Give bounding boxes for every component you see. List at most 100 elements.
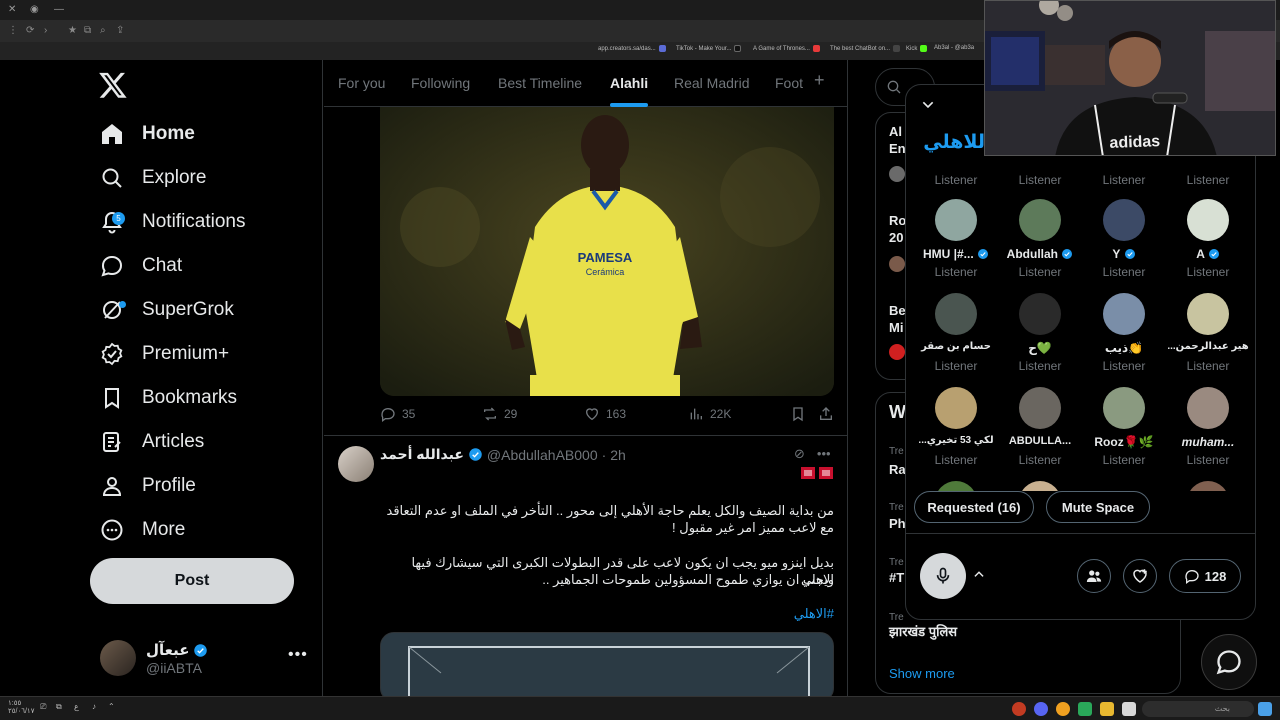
share-icon[interactable]: ⇪ (116, 25, 124, 36)
repost-button[interactable]: 29 (482, 406, 517, 422)
star-icon[interactable]: ★ (68, 25, 77, 36)
tweet-time[interactable]: · 2h (602, 447, 626, 463)
file-explorer-taskbar-icon[interactable] (1100, 702, 1114, 716)
chrome-taskbar-icon[interactable] (1056, 702, 1070, 716)
verified-badge-icon (469, 448, 482, 461)
nav-chat[interactable]: Chat (100, 248, 182, 284)
reply-button[interactable]: 35 (380, 406, 415, 422)
account-switcher[interactable]: عبعآل @iiABTA ••• (100, 638, 310, 678)
microphone-button[interactable] (920, 553, 966, 599)
tweet-author-handle[interactable]: @AbdullahAB000 (487, 447, 598, 463)
news-title-fragment[interactable]: Al (889, 124, 902, 140)
app-taskbar-icon[interactable] (1122, 702, 1136, 716)
nav-bookmarks[interactable]: Bookmarks (100, 380, 237, 416)
bookmark-post-button[interactable] (790, 406, 806, 422)
network-icon[interactable]: ⧉ (56, 702, 62, 712)
nav-articles[interactable]: Articles (100, 424, 204, 460)
share-post-button[interactable] (818, 406, 834, 422)
post-button[interactable]: Post (90, 558, 294, 604)
reload-icon[interactable]: ⟳ (26, 25, 34, 36)
volume-icon[interactable]: ♪ (92, 702, 96, 711)
obs-taskbar-icon[interactable] (1012, 702, 1026, 716)
chevron-down-icon[interactable] (920, 97, 936, 113)
zoom-icon[interactable]: ⌕ (100, 25, 106, 36)
tweet-author-name[interactable]: عبدالله أحمد (380, 446, 464, 463)
nav-explore[interactable]: Explore (100, 160, 206, 196)
post-media-image[interactable]: PAMESA Cerámica (380, 107, 834, 396)
display-icon[interactable]: ⎚ (40, 702, 46, 712)
svg-text:Cerámica: Cerámica (586, 267, 625, 277)
nav-profile[interactable]: Profile (100, 468, 196, 504)
taskbar-search-input[interactable]: بحث (1142, 701, 1254, 717)
requested-button[interactable]: Requested (16) (914, 491, 1034, 523)
forward-icon[interactable]: › (44, 25, 47, 36)
participant-avatar (1187, 387, 1229, 429)
nav-supergrok[interactable]: SuperGrok (100, 292, 234, 328)
news-title-fragment[interactable]: En (889, 141, 906, 157)
tray-expand-icon[interactable]: ⌃ (108, 702, 115, 711)
chevron-up-icon[interactable] (972, 567, 986, 581)
trend-title[interactable]: Ph (889, 516, 906, 532)
participant-role: Listener (1186, 359, 1230, 373)
trend-title[interactable]: Ra (889, 462, 906, 478)
nav-premium[interactable]: Premium+ (100, 336, 229, 372)
add-tab-icon[interactable]: + (814, 70, 825, 91)
tab-following[interactable]: Following (411, 60, 470, 107)
tweet-author-avatar[interactable] (338, 446, 374, 482)
grok-icon[interactable]: ⊘ (794, 446, 805, 462)
tweet[interactable]: عبدالله أحمد @AbdullahAB000 · 2h ⊘ ••• م… (324, 436, 847, 696)
x-logo-icon[interactable] (98, 70, 128, 100)
bookmark-item[interactable]: Ab3al - @ab3a (934, 45, 974, 51)
extension-icon[interactable]: ⧉ (84, 25, 91, 36)
react-button[interactable] (1123, 559, 1157, 593)
news-title-fragment[interactable]: Mi (889, 320, 903, 336)
account-more-icon[interactable]: ••• (288, 646, 308, 664)
news-title-fragment[interactable]: Be (889, 303, 906, 319)
taskbar-clock[interactable]: ١:٥٥ ٢٥/٠٦/١٧ (8, 700, 34, 716)
restore-window-icon[interactable]: ◉ (30, 4, 39, 15)
participant-avatar (1103, 199, 1145, 241)
participant-role: Listener (1018, 173, 1062, 187)
show-more-link[interactable]: Show more (889, 666, 955, 681)
menu-dots-icon[interactable]: ⋮ (8, 25, 18, 36)
start-taskbar-icon[interactable] (1258, 702, 1272, 716)
participant-name: حسام بن صقر (921, 341, 991, 352)
people-button[interactable] (1077, 559, 1111, 593)
bookmark-item[interactable]: TikTok - Make Your... (676, 45, 742, 52)
close-window-icon[interactable]: ✕ (8, 4, 16, 15)
nav-notifications[interactable]: 5 Notifications (100, 204, 246, 240)
news-title-fragment[interactable]: 20 (889, 230, 903, 246)
tab-for-you[interactable]: For you (338, 60, 385, 107)
replies-button[interactable]: 128 (1169, 559, 1241, 593)
tweet-hashtag-link[interactable]: #الاهلي (794, 606, 834, 622)
participant-name: Rooz🌹🌿 (1094, 435, 1154, 449)
discord-taskbar-icon[interactable] (1034, 702, 1048, 716)
tweet-media-image[interactable] (380, 632, 834, 696)
participant-role: Listener (1018, 359, 1062, 373)
nav-home[interactable]: Home (100, 116, 195, 152)
nav-more[interactable]: More (100, 512, 185, 548)
views-button[interactable]: 22K (688, 406, 731, 422)
tweet-more-icon[interactable]: ••• (817, 446, 831, 462)
tab-alahli[interactable]: Alahli (610, 60, 649, 107)
mute-space-button[interactable]: Mute Space (1046, 491, 1150, 523)
news-title-fragment[interactable]: Ro (889, 213, 906, 229)
nav-chat-label: Chat (142, 255, 183, 276)
minimize-window-icon[interactable]: — (54, 4, 64, 15)
chat-fab-button[interactable] (1201, 634, 1257, 690)
left-navigation: Home Explore 5 Notifications Chat SuperG… (0, 60, 323, 696)
language-icon[interactable]: ع (74, 702, 79, 711)
bookmark-item[interactable]: app.creators.sa/das... (598, 45, 666, 52)
like-button[interactable]: 163 (584, 406, 626, 422)
bookmark-item[interactable]: Kick (906, 45, 928, 52)
bookmark-item[interactable]: A Game of Thrones... (753, 45, 820, 52)
tab-best-timeline[interactable]: Best Timeline (498, 60, 582, 107)
trend-title[interactable]: #T (889, 570, 904, 586)
participant-avatar (1103, 387, 1145, 429)
bookmark-item[interactable]: The best ChatBot on... (830, 45, 901, 52)
tab-foot[interactable]: Foot (775, 60, 803, 107)
trend-title[interactable]: झारखंड पुलिस (889, 624, 957, 640)
spotify-taskbar-icon[interactable] (1078, 702, 1092, 716)
tab-real-madrid[interactable]: Real Madrid (674, 60, 749, 107)
participant-avatar (1187, 481, 1229, 491)
